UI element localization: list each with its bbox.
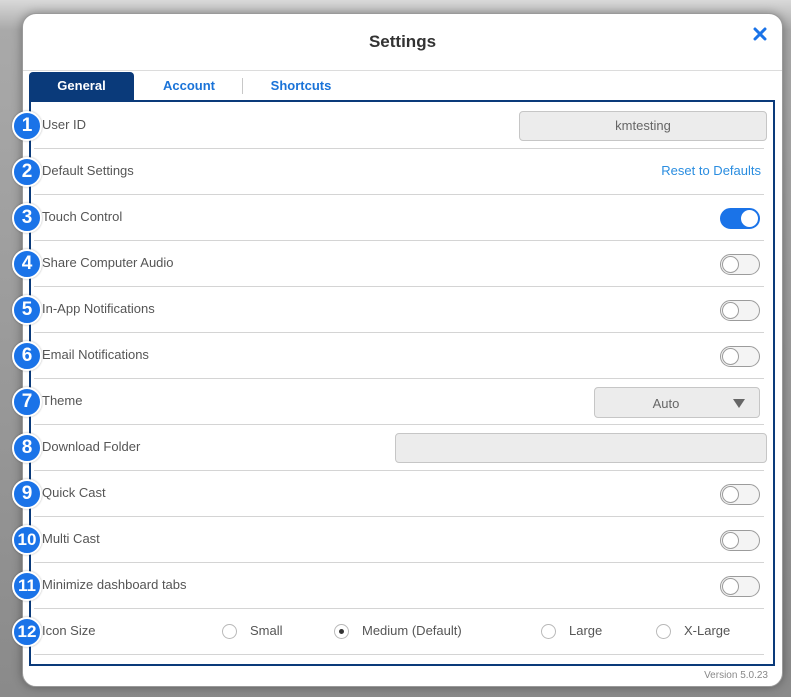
- badge-4: 4: [12, 249, 42, 279]
- email-notifications-label: Email Notifications: [42, 347, 149, 362]
- toggle-knob: [722, 486, 739, 503]
- toggle-knob: [722, 256, 739, 273]
- in-app-notifications-label: In-App Notifications: [42, 301, 155, 316]
- row-minimize-tabs: 11 Minimize dashboard tabs: [12, 563, 764, 609]
- badge-8: 8: [12, 433, 42, 463]
- email-notifications-toggle[interactable]: [720, 346, 760, 367]
- badge-3: 3: [12, 203, 42, 233]
- multi-cast-label: Multi Cast: [42, 531, 100, 546]
- row-quick-cast: 9 Quick Cast: [12, 471, 764, 517]
- toggle-knob: [722, 302, 739, 319]
- icon-size-xlarge-label: X-Large: [684, 623, 731, 638]
- row-user-id: 1 User ID kmtesting: [12, 103, 767, 149]
- row-download-folder: 8 Download Folder: [12, 425, 767, 471]
- radio-circle: [222, 624, 237, 639]
- row-email-notifications: 6 Email Notifications: [12, 333, 764, 379]
- toggle-knob: [741, 210, 758, 227]
- badge-10: 10: [12, 525, 42, 555]
- user-id-field[interactable]: kmtesting: [519, 111, 767, 141]
- badge-6: 6: [12, 341, 42, 371]
- reset-to-defaults-link[interactable]: Reset to Defaults: [661, 163, 761, 178]
- user-id-label: User ID: [42, 117, 87, 132]
- download-folder-label: Download Folder: [42, 439, 141, 454]
- icon-size-label: Icon Size: [42, 623, 96, 638]
- row-default-settings: 2 Default Settings Reset to Defaults: [12, 149, 764, 195]
- theme-select[interactable]: Auto: [594, 387, 760, 418]
- badge-7: 7: [12, 387, 42, 417]
- row-in-app-notifications: 5 In-App Notifications: [12, 287, 764, 333]
- download-folder-field[interactable]: [395, 433, 767, 463]
- row-touch-control: 3 Touch Control: [12, 195, 764, 241]
- settings-rows: 1 User ID kmtesting 2 Default Settings R…: [12, 0, 788, 697]
- row-theme: 7 Theme Auto: [12, 379, 764, 425]
- minimize-tabs-toggle[interactable]: [720, 576, 760, 597]
- caret-down-icon: [733, 399, 745, 408]
- version-label: Version 5.0.23: [704, 670, 768, 681]
- quick-cast-label: Quick Cast: [42, 485, 106, 500]
- badge-9: 9: [12, 479, 42, 509]
- toggle-knob: [722, 578, 739, 595]
- quick-cast-toggle[interactable]: [720, 484, 760, 505]
- badge-1: 1: [12, 111, 42, 141]
- minimize-tabs-label: Minimize dashboard tabs: [42, 577, 187, 592]
- touch-control-toggle[interactable]: [720, 208, 760, 229]
- icon-size-medium-label: Medium (Default): [362, 623, 462, 638]
- theme-selected-value: Auto: [652, 396, 680, 411]
- multi-cast-toggle[interactable]: [720, 530, 760, 551]
- share-audio-toggle[interactable]: [720, 254, 760, 275]
- radio-circle: [334, 624, 349, 639]
- row-share-audio: 4 Share Computer Audio: [12, 241, 764, 287]
- theme-label: Theme: [42, 393, 83, 408]
- toggle-knob: [722, 532, 739, 549]
- radio-circle: [541, 624, 556, 639]
- badge-12: 12: [12, 617, 42, 647]
- default-settings-label: Default Settings: [42, 163, 134, 178]
- icon-size-large-label: Large: [569, 623, 603, 638]
- icon-size-small-label: Small: [250, 623, 283, 638]
- badge-2: 2: [12, 157, 42, 187]
- radio-circle: [656, 624, 671, 639]
- share-audio-label: Share Computer Audio: [42, 255, 174, 270]
- toggle-knob: [722, 348, 739, 365]
- touch-control-label: Touch Control: [42, 209, 123, 224]
- badge-11: 11: [12, 571, 42, 601]
- badge-5: 5: [12, 295, 42, 325]
- in-app-notifications-toggle[interactable]: [720, 300, 760, 321]
- row-multi-cast: 10 Multi Cast: [12, 517, 764, 563]
- row-icon-size: 12 Icon Size Small Medium (Default) Larg…: [12, 609, 764, 655]
